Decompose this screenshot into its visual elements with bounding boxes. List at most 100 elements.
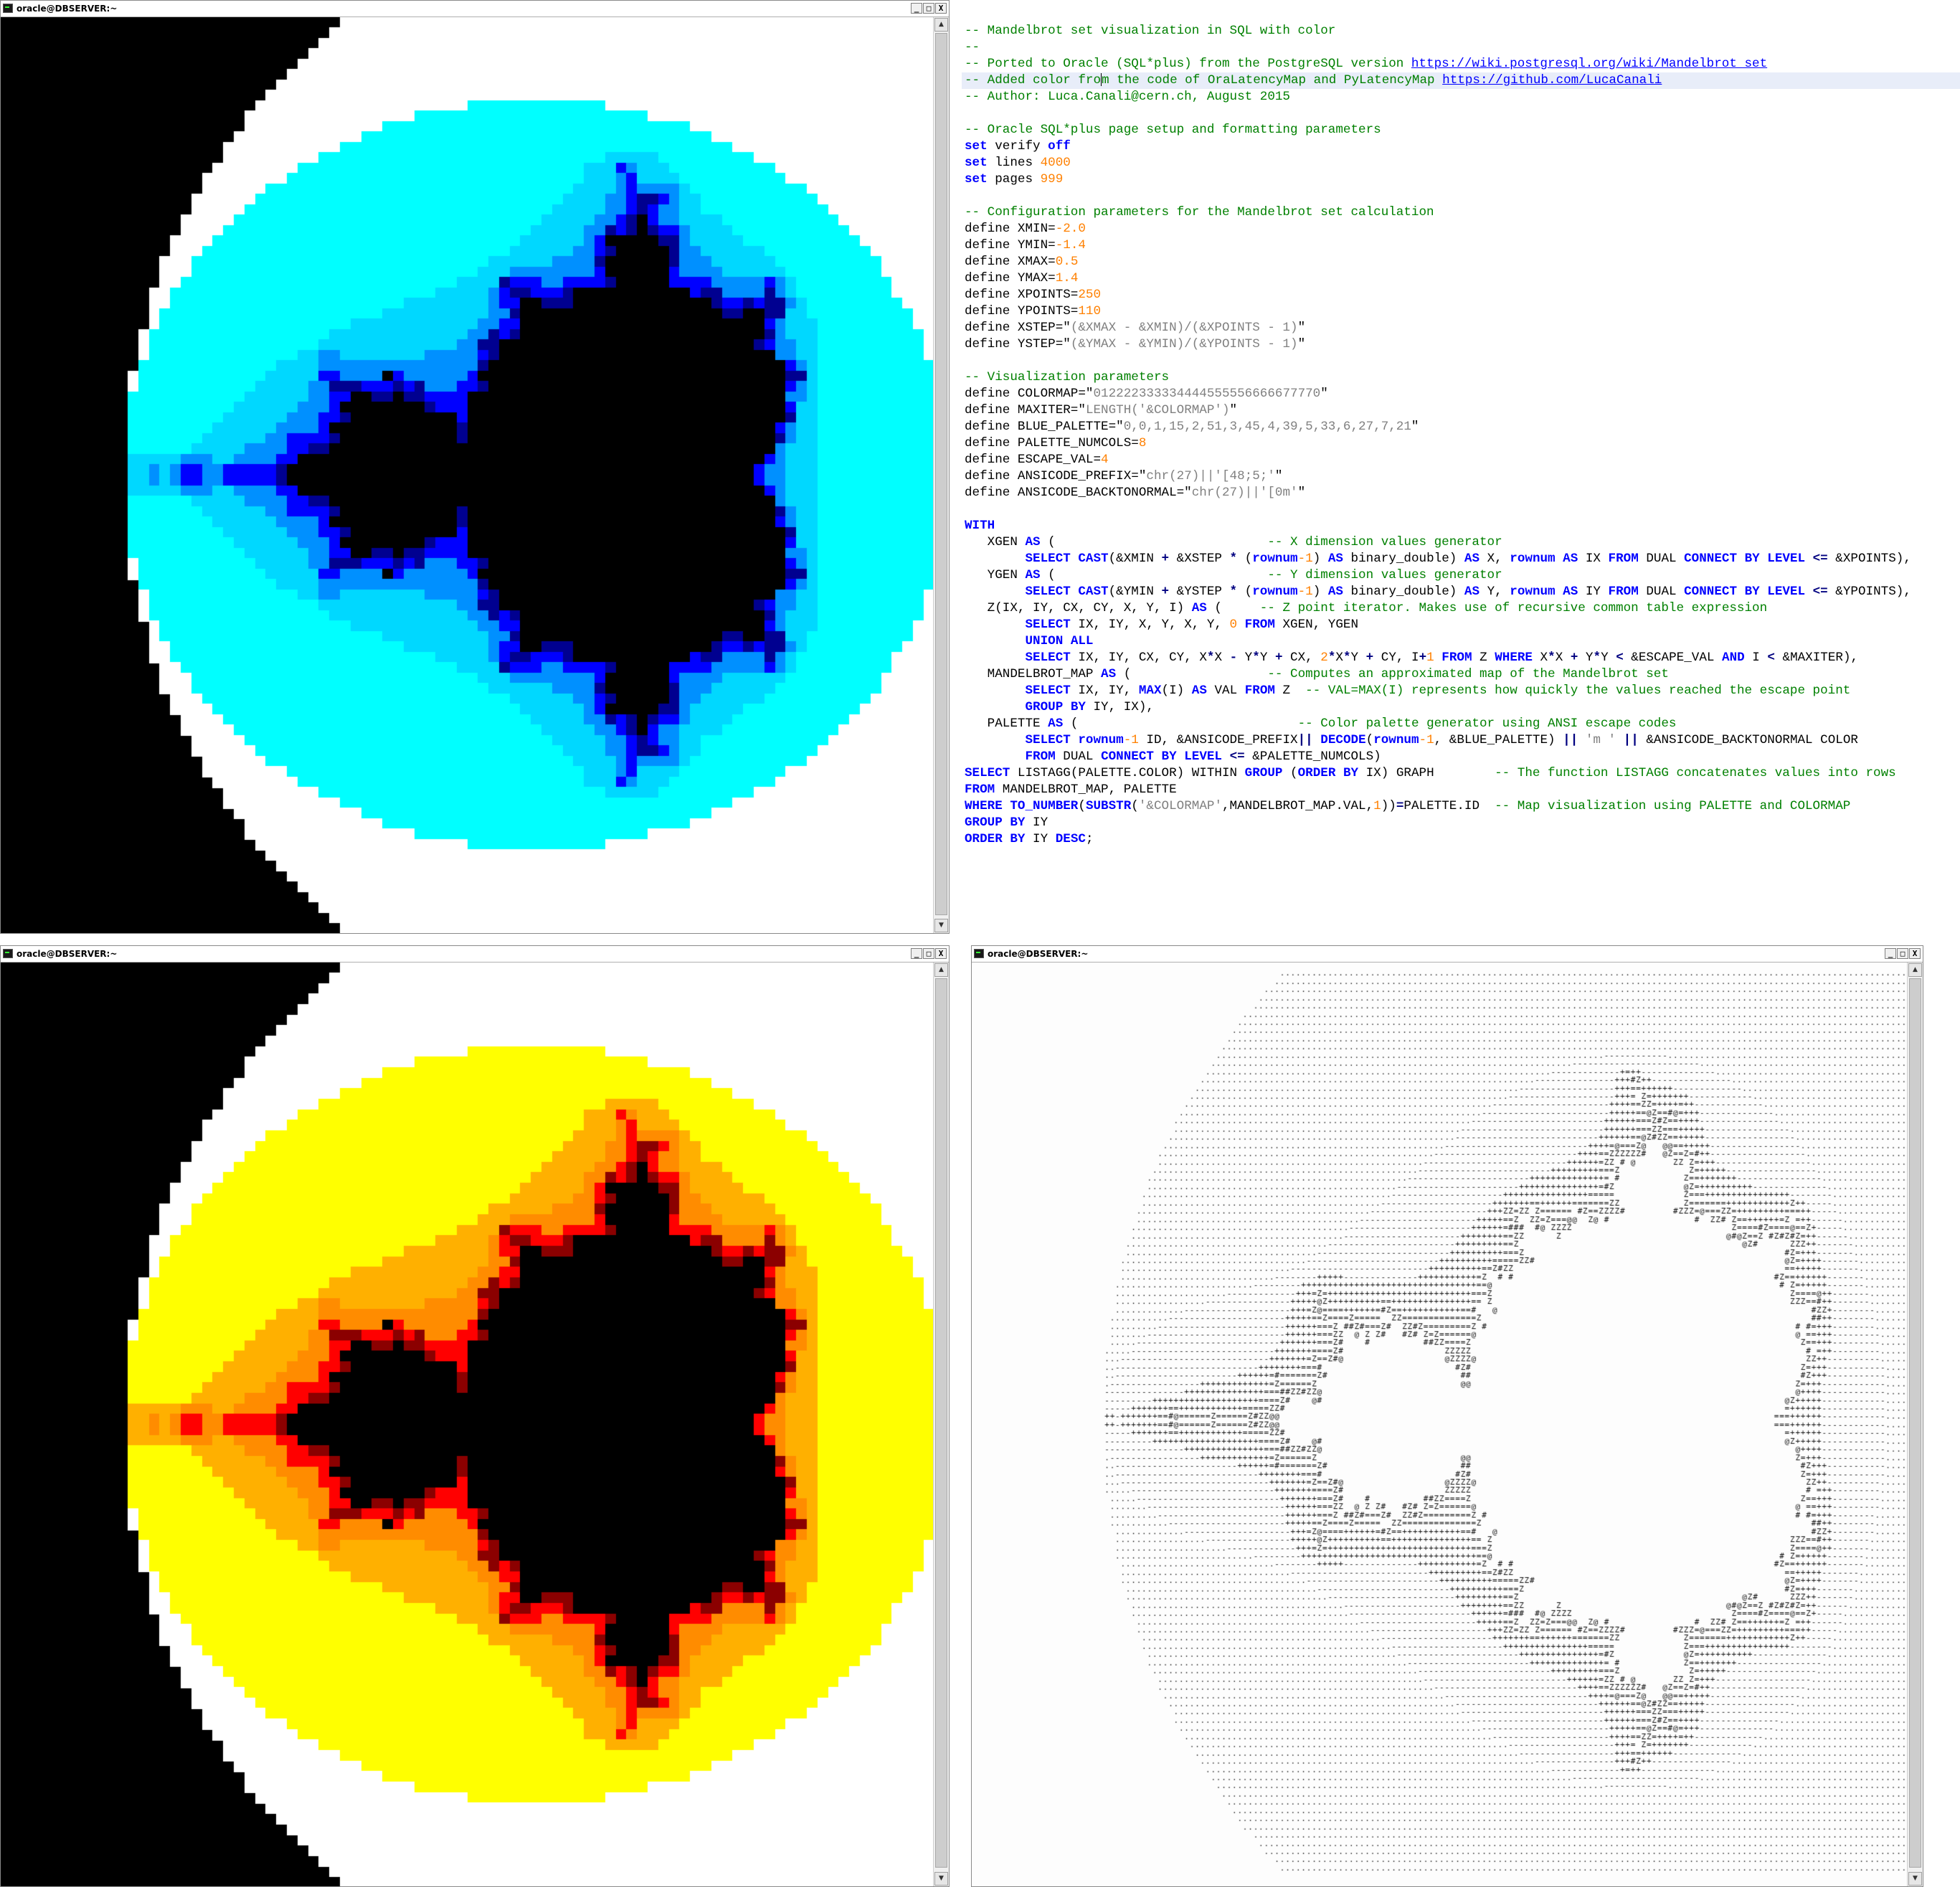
code-token: SELECT xyxy=(1025,618,1071,632)
code-token: SELECT xyxy=(965,766,1010,780)
scrollbar-thumb[interactable] xyxy=(935,33,947,915)
code-token: FROM xyxy=(965,782,995,797)
code-token: -- Configuration parameters for the Mand… xyxy=(965,205,1434,219)
code-token: <= xyxy=(1812,552,1828,566)
code-line: -- Visualization parameters xyxy=(965,369,1169,386)
code-token: &PALETTE_NUMCOLS) xyxy=(1244,749,1381,764)
scroll-down-icon[interactable]: ▼ xyxy=(934,919,948,932)
scroll-down-icon[interactable]: ▼ xyxy=(1908,1872,1922,1886)
code-token: + xyxy=(1570,651,1578,665)
code-token: || xyxy=(1563,733,1578,747)
minimize-button[interactable]: _ xyxy=(911,948,922,959)
code-token: XGEN xyxy=(965,535,1026,549)
code-token: + xyxy=(1274,651,1283,665)
code-token: DUAL xyxy=(1055,749,1102,764)
vertical-scrollbar[interactable]: ▲ ▼ xyxy=(933,963,949,1886)
code-token: '&COLORMAP' xyxy=(1138,799,1222,813)
code-token: * xyxy=(1593,651,1601,665)
code-token: ( xyxy=(1282,766,1298,780)
code-token: pages xyxy=(987,172,1041,186)
code-line: -- Ported to Oracle (SQL*plus) from the … xyxy=(965,56,1767,72)
code-line: define MAXITER="LENGTH('&COLORMAP')" xyxy=(965,402,1237,419)
code-token: - xyxy=(1229,651,1238,665)
code-token: < xyxy=(1616,651,1624,665)
code-token: ,MANDELBROT_MAP.VAL, xyxy=(1222,799,1374,813)
code-token: 0.5 xyxy=(1055,255,1079,269)
code-token: GROUP xyxy=(1244,766,1283,780)
code-token: <= xyxy=(1812,585,1828,599)
code-token: (&XMAX - &XMIN)/(&XPOINTS - 1) xyxy=(1070,321,1298,335)
scrollbar-thumb[interactable] xyxy=(935,978,947,1868)
code-token: -- Map visualization using PALETTE and C… xyxy=(1495,799,1851,813)
code-line: Z(IX, IY, CX, CY, X, Y, I) AS ( -- Z poi… xyxy=(965,600,1768,617)
code-line: define YSTEP="(&YMAX - &YMIN)/(&YPOINTS … xyxy=(965,336,1305,353)
code-token: verify xyxy=(987,139,1048,153)
code-token: set xyxy=(965,172,988,186)
maximize-button[interactable]: □ xyxy=(923,948,934,959)
code-token: -1 xyxy=(1297,552,1313,566)
code-token: ( xyxy=(1040,568,1268,582)
minimize-button[interactable]: _ xyxy=(1885,948,1896,959)
code-token: SELECT CAST xyxy=(1025,552,1109,566)
code-token: IX) GRAPH xyxy=(1358,766,1495,780)
code-token: AS xyxy=(1327,552,1343,566)
code-token: AS xyxy=(1025,535,1041,549)
close-button[interactable]: X xyxy=(935,3,947,14)
window-titlebar[interactable]: oracle@DBSERVER:~ _ □ X xyxy=(1,1,949,17)
scroll-down-icon[interactable]: ▼ xyxy=(934,1872,948,1886)
code-token: Y xyxy=(1259,651,1275,665)
window-title: oracle@DBSERVER:~ xyxy=(16,4,118,14)
code-token: define XSTEP=" xyxy=(965,321,1071,335)
maximize-button[interactable]: □ xyxy=(1897,948,1908,959)
terminal-window-yellow[interactable]: oracle@DBSERVER:~ _ □ X ▲ ▼ xyxy=(0,945,950,1887)
code-token: 012222333334444555556666677770 xyxy=(1093,387,1321,401)
code-token: IY, IX), xyxy=(1085,700,1154,714)
code-token: ( xyxy=(1237,552,1253,566)
vertical-scrollbar[interactable]: ▲ ▼ xyxy=(1907,963,1923,1886)
scrollbar-thumb[interactable] xyxy=(1909,978,1921,1868)
scroll-up-icon[interactable]: ▲ xyxy=(1908,963,1922,977)
code-token: X xyxy=(1214,651,1230,665)
code-token: set xyxy=(965,139,988,153)
close-button[interactable]: X xyxy=(935,948,947,959)
close-button[interactable]: X xyxy=(1909,948,1921,959)
code-line: -- Author: Luca.Canali@cern.ch, August 2… xyxy=(965,89,1290,105)
mandelbrot-yellow-render xyxy=(1,963,933,1886)
minimize-button[interactable]: _ xyxy=(911,3,922,14)
terminal-window-blue[interactable]: oracle@DBSERVER:~ _ □ X ▲ ▼ xyxy=(0,0,950,934)
code-line: SELECT LISTAGG(PALETTE.COLOR) WITHIN GRO… xyxy=(965,765,1896,782)
code-token: AS xyxy=(1191,684,1207,698)
code-token: define MAXITER=" xyxy=(965,403,1086,417)
window-titlebar[interactable]: oracle@DBSERVER:~ _ □ X xyxy=(1,946,949,963)
vertical-scrollbar[interactable]: ▲ ▼ xyxy=(933,17,949,933)
code-line: SELECT CAST(&YMIN + &YSTEP * (rownum-1) … xyxy=(965,584,1911,600)
code-token: (&YMIN xyxy=(1108,585,1162,599)
code-line: define ANSICODE_PREFIX="chr(27)||'[48;5;… xyxy=(965,468,1282,485)
code-token: " xyxy=(1297,486,1306,500)
terminal-window-ascii[interactable]: oracle@DBSERVER:~ _ □ X ▲ ▼ xyxy=(971,945,1923,1887)
code-token: CONNECT BY LEVEL xyxy=(1684,585,1806,599)
scroll-up-icon[interactable]: ▲ xyxy=(934,18,948,32)
code-token: -- VAL=MAX(I) represents how quickly the… xyxy=(1305,684,1851,698)
code-token: || xyxy=(1297,733,1313,747)
code-token: define YPOINTS= xyxy=(965,304,1079,318)
code-token: (&YMAX - &YMIN)/(&YPOINTS - 1) xyxy=(1070,337,1298,351)
code-line: -- xyxy=(965,39,980,56)
scroll-up-icon[interactable]: ▲ xyxy=(934,963,948,977)
code-token: -- Computes an approximated map of the M… xyxy=(1267,667,1669,681)
code-token: 250 xyxy=(1078,288,1102,302)
maximize-button[interactable]: □ xyxy=(923,3,934,14)
code-token: * xyxy=(1206,651,1215,665)
code-token: -- xyxy=(965,40,980,55)
sql-code-editor[interactable]: -- Mandelbrot set visualization in SQL w… xyxy=(950,16,1960,934)
code-token: GROUP BY xyxy=(965,815,1026,830)
code-token: GROUP BY xyxy=(1025,700,1086,714)
code-token: " xyxy=(1411,420,1419,434)
window-titlebar[interactable]: oracle@DBSERVER:~ _ □ X xyxy=(972,946,1923,963)
terminal-icon xyxy=(974,949,984,958)
